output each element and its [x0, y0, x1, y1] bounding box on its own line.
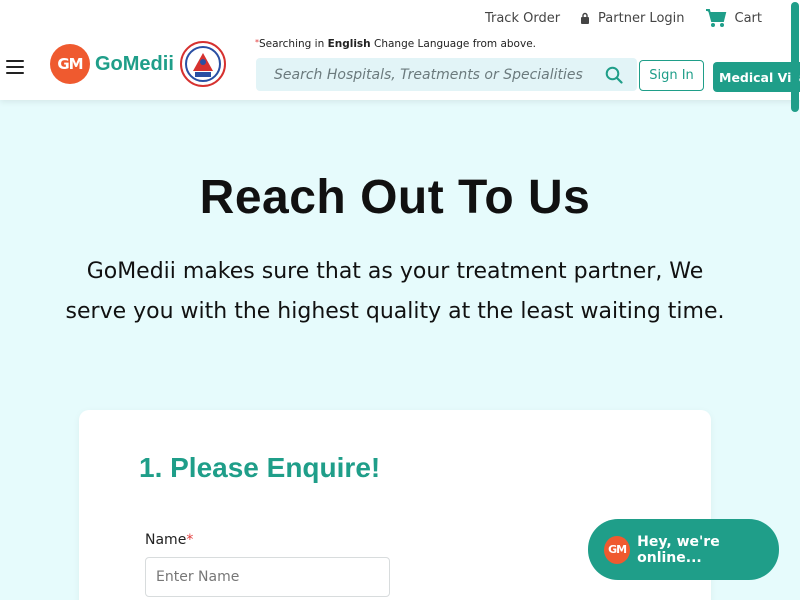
medical-visa-button[interactable]: Medical Visa — [713, 62, 800, 92]
scrollbar-thumb[interactable] — [791, 2, 799, 112]
logo-mark: GM — [50, 44, 90, 84]
name-input[interactable] — [145, 557, 390, 597]
top-links: Track Order Partner Login Cart — [465, 8, 762, 28]
logo-text: GoMedii — [95, 52, 174, 75]
chat-label: Hey, we're online... — [637, 533, 720, 566]
accreditation-badge-icon — [180, 41, 226, 87]
required-mark: * — [186, 532, 194, 548]
partner-login-link[interactable]: Partner Login — [580, 11, 685, 26]
hamburger-menu-icon[interactable] — [6, 60, 24, 74]
hero-subtitle: GoMedii makes sure that as your treatmen… — [65, 259, 725, 324]
chat-widget-button[interactable]: GM Hey, we're online... — [588, 519, 779, 580]
page-title: Reach Out To Us — [199, 171, 591, 224]
cart-icon — [705, 9, 726, 27]
lock-icon — [581, 12, 590, 24]
search-icon[interactable] — [605, 66, 623, 84]
language-note: *Searching in English Change Language fr… — [255, 38, 536, 50]
site-header: Track Order Partner Login Cart GM GoMedi… — [0, 0, 800, 100]
form-step-title: 1. Please Enquire! — [139, 452, 381, 483]
sign-in-button[interactable]: Sign In — [639, 60, 704, 91]
name-field-label: Name* — [145, 532, 194, 548]
cart-link[interactable]: Cart — [705, 8, 762, 28]
search-input[interactable] — [274, 66, 605, 83]
track-order-link[interactable]: Track Order — [485, 11, 560, 26]
chat-logo-icon: GM — [604, 535, 631, 564]
gomedii-logo[interactable]: GM GoMedii — [50, 44, 174, 84]
search-bar — [256, 58, 637, 91]
current-language: English — [327, 38, 371, 50]
page-scrollbar[interactable] — [790, 0, 800, 600]
